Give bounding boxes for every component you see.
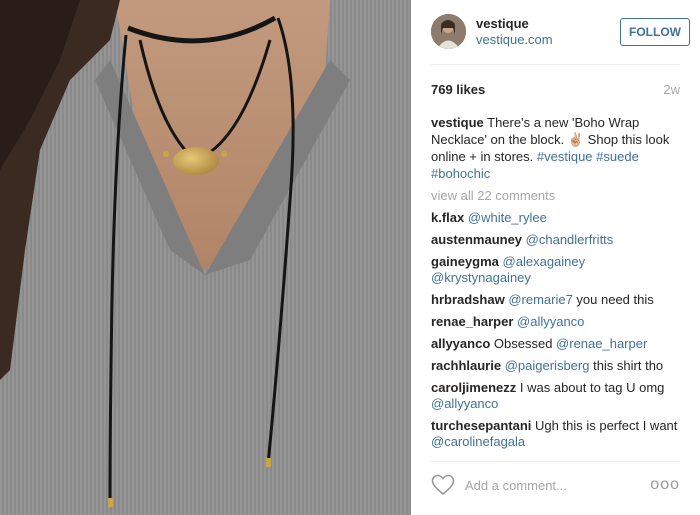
mention-link[interactable]: @chandlerfritts (526, 232, 614, 247)
comment-text: this shirt tho (589, 358, 664, 373)
gold-pendant (173, 147, 219, 175)
mention-link[interactable]: @renae_harper (556, 336, 647, 351)
hashtag-link[interactable]: #vestique (537, 149, 593, 164)
add-comment-input[interactable]: Add a comment... (465, 478, 567, 493)
comment-username[interactable]: caroljimenezz (431, 380, 516, 395)
comment-username[interactable]: austenmauney (431, 232, 522, 247)
post-stats: 769 likes 2w (431, 82, 680, 100)
comment-username[interactable]: allyyanco (431, 336, 490, 351)
post-header: vestique vestique.com FOLLOW (431, 14, 690, 52)
comment-username[interactable]: k.flax (431, 210, 464, 225)
comment-username[interactable]: renae_harper (431, 314, 513, 329)
mention-link[interactable]: @alexagainey (503, 254, 586, 269)
comment-footer: Add a comment... ooo (431, 470, 680, 502)
comment-username[interactable]: gaineygma (431, 254, 499, 269)
caption: vestique There's a new 'Boho Wrap Neckla… (431, 114, 683, 182)
mention-link[interactable]: @carolinefagala (431, 434, 525, 449)
comment-item: hrbradshaw @remarie7 you need this (431, 292, 683, 308)
heart-outline-icon[interactable] (431, 474, 455, 496)
divider (431, 461, 680, 462)
follow-button[interactable]: FOLLOW (620, 18, 690, 46)
avatar[interactable] (431, 14, 466, 49)
username[interactable]: vestique (476, 16, 529, 31)
hashtag-link[interactable]: #suede (596, 149, 639, 164)
comment-container: k.flax @white_rylee austenmauney @chandle… (431, 210, 683, 456)
photo-illustration (0, 0, 411, 515)
comment-item: austenmauney @chandlerfritts (431, 232, 683, 248)
comment-username[interactable]: hrbradshaw (431, 292, 505, 307)
comment-text: you need this (572, 292, 654, 307)
post-age: 2w (663, 82, 680, 97)
likes-count[interactable]: 769 likes (431, 82, 485, 97)
comment-item: caroljimenezz I was about to tag U omg @… (431, 380, 683, 412)
comment-text: I was about to tag U omg (519, 380, 665, 395)
divider (431, 64, 680, 65)
view-all-comments-link[interactable]: view all 22 comments (431, 188, 683, 204)
mention-link[interactable]: @krystynagainey (431, 270, 531, 285)
mention-link[interactable]: @remarie7 (508, 292, 573, 307)
caption-username[interactable]: vestique (431, 115, 484, 130)
post-photo[interactable] (0, 0, 411, 515)
mention-link[interactable]: @white_rylee (468, 210, 547, 225)
comment-item: k.flax @white_rylee (431, 210, 683, 226)
post-details-panel: vestique vestique.com FOLLOW 769 likes 2… (411, 0, 700, 515)
comment-username[interactable]: turchesepantani (431, 418, 531, 433)
comment-item: turchesepantani Ugh this is perfect I wa… (431, 418, 683, 450)
mention-link[interactable]: @allyyanco (431, 396, 498, 411)
hashtag-link[interactable]: #bohochic (431, 166, 490, 181)
comment-username[interactable]: rachhlaurie (431, 358, 501, 373)
comment-text: Obsessed (493, 336, 557, 351)
more-options-icon[interactable]: ooo (650, 476, 680, 494)
website-link[interactable]: vestique.com (476, 32, 553, 47)
mention-link[interactable]: @allyyanco (517, 314, 584, 329)
comment-item: rachhlaurie @paigerisberg this shirt tho (431, 358, 683, 374)
comment-text: Ugh this is perfect I want (535, 418, 678, 433)
comment-item: allyyanco Obsessed @renae_harper (431, 336, 683, 352)
comments-list[interactable]: vestique There's a new 'Boho Wrap Neckla… (431, 114, 683, 456)
mention-link[interactable]: @paigerisberg (505, 358, 590, 373)
comment-item: gaineygma @alexagainey @krystynagainey (431, 254, 683, 286)
comment-item: renae_harper @allyyanco (431, 314, 683, 330)
